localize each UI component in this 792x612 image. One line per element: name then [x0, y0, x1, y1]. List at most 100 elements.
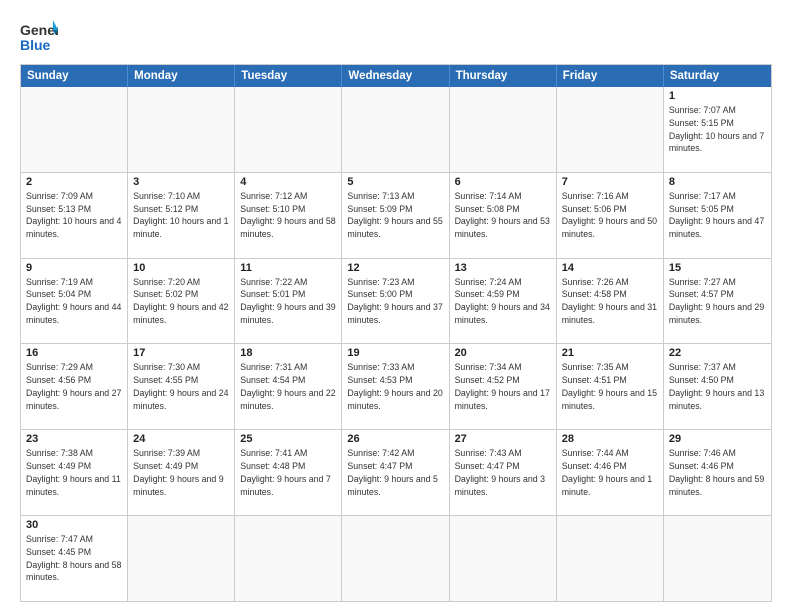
day-number: 14	[562, 262, 658, 274]
header: General Blue	[20, 18, 772, 56]
day-cell-15: 15Sunrise: 7:27 AM Sunset: 4:57 PM Dayli…	[664, 259, 771, 344]
calendar-body: 1 Sunrise: 7:07 AM Sunset: 5:15 PM Daylig…	[21, 87, 771, 601]
day-cell-8: 8Sunrise: 7:17 AM Sunset: 5:05 PM Daylig…	[664, 173, 771, 258]
day-cell-empty-5-1	[128, 516, 235, 601]
calendar-header: SundayMondayTuesdayWednesdayThursdayFrid…	[21, 65, 771, 87]
day-cell-2: 2Sunrise: 7:09 AM Sunset: 5:13 PM Daylig…	[21, 173, 128, 258]
day-cell-16: 16Sunrise: 7:29 AM Sunset: 4:56 PM Dayli…	[21, 344, 128, 429]
day-info: Sunrise: 7:22 AM Sunset: 5:01 PM Dayligh…	[240, 276, 336, 327]
day-cell-12: 12Sunrise: 7:23 AM Sunset: 5:00 PM Dayli…	[342, 259, 449, 344]
day-number: 28	[562, 433, 658, 445]
day-info: Sunrise: 7:19 AM Sunset: 5:04 PM Dayligh…	[26, 276, 122, 327]
day-info: Sunrise: 7:46 AM Sunset: 4:46 PM Dayligh…	[669, 447, 766, 498]
day-cell-17: 17 Sunrise: 7:30 AM Sunset: 4:55 PM Dayli…	[128, 344, 235, 429]
day-cell-empty-5-4	[450, 516, 557, 601]
day-number: 25	[240, 433, 336, 445]
day-info: Sunrise: 7:12 AM Sunset: 5:10 PM Dayligh…	[240, 190, 336, 241]
weekday-header-thursday: Thursday	[450, 65, 557, 87]
day-number: 9	[26, 262, 122, 274]
page: General Blue SundayMondayTuesdayWednesda…	[0, 0, 792, 612]
day-cell-30: 30Sunrise: 7:47 AM Sunset: 4:45 PM Dayli…	[21, 516, 128, 601]
day-cell-26: 26Sunrise: 7:42 AM Sunset: 4:47 PM Dayli…	[342, 430, 449, 515]
day-cell-empty-0-2	[235, 87, 342, 172]
day-info: Sunrise: 7:29 AM Sunset: 4:56 PM Dayligh…	[26, 361, 122, 412]
day-info: Sunrise: 7:38 AM Sunset: 4:49 PM Dayligh…	[26, 447, 122, 498]
day-cell-25: 25 Sunrise: 7:41 AM Sunset: 4:48 PM Dayli…	[235, 430, 342, 515]
day-cell-empty-5-5	[557, 516, 664, 601]
day-info: Sunrise: 7:30 AM Sunset: 4:55 PM Dayligh…	[133, 361, 229, 412]
day-cell-empty-0-5	[557, 87, 664, 172]
logo-svg: General Blue	[20, 18, 58, 56]
day-number: 23	[26, 433, 122, 445]
day-cell-23: 23 Sunrise: 7:38 AM Sunset: 4:49 PM Dayli…	[21, 430, 128, 515]
day-number: 3	[133, 176, 229, 188]
day-cell-empty-0-3	[342, 87, 449, 172]
day-number: 22	[669, 347, 766, 359]
day-number: 26	[347, 433, 443, 445]
day-cell-7: 7 Sunrise: 7:16 AM Sunset: 5:06 PM Daylig…	[557, 173, 664, 258]
day-info: Sunrise: 7:43 AM Sunset: 4:47 PM Dayligh…	[455, 447, 551, 498]
day-number: 18	[240, 347, 336, 359]
day-number: 1	[669, 90, 766, 102]
weekday-header-monday: Monday	[128, 65, 235, 87]
day-cell-29: 29Sunrise: 7:46 AM Sunset: 4:46 PM Dayli…	[664, 430, 771, 515]
day-info: Sunrise: 7:35 AM Sunset: 4:51 PM Dayligh…	[562, 361, 658, 412]
day-number: 6	[455, 176, 551, 188]
day-cell-1: 1 Sunrise: 7:07 AM Sunset: 5:15 PM Daylig…	[664, 87, 771, 172]
day-cell-empty-5-2	[235, 516, 342, 601]
weekday-header-friday: Friday	[557, 65, 664, 87]
calendar-row-4: 23 Sunrise: 7:38 AM Sunset: 4:49 PM Dayli…	[21, 429, 771, 515]
day-cell-5: 5 Sunrise: 7:13 AM Sunset: 5:09 PM Daylig…	[342, 173, 449, 258]
weekday-header-wednesday: Wednesday	[342, 65, 449, 87]
day-number: 11	[240, 262, 336, 274]
day-cell-11: 11 Sunrise: 7:22 AM Sunset: 5:01 PM Dayli…	[235, 259, 342, 344]
day-cell-empty-5-3	[342, 516, 449, 601]
day-info: Sunrise: 7:31 AM Sunset: 4:54 PM Dayligh…	[240, 361, 336, 412]
day-info: Sunrise: 7:27 AM Sunset: 4:57 PM Dayligh…	[669, 276, 766, 327]
day-number: 19	[347, 347, 443, 359]
day-info: Sunrise: 7:44 AM Sunset: 4:46 PM Dayligh…	[562, 447, 658, 498]
day-info: Sunrise: 7:26 AM Sunset: 4:58 PM Dayligh…	[562, 276, 658, 327]
day-cell-empty-0-0	[21, 87, 128, 172]
day-info: Sunrise: 7:13 AM Sunset: 5:09 PM Dayligh…	[347, 190, 443, 241]
calendar-row-2: 9 Sunrise: 7:19 AM Sunset: 5:04 PM Daylig…	[21, 258, 771, 344]
day-cell-14: 14 Sunrise: 7:26 AM Sunset: 4:58 PM Dayli…	[557, 259, 664, 344]
svg-text:Blue: Blue	[20, 37, 51, 53]
day-cell-24: 24 Sunrise: 7:39 AM Sunset: 4:49 PM Dayli…	[128, 430, 235, 515]
day-number: 24	[133, 433, 229, 445]
day-cell-6: 6Sunrise: 7:14 AM Sunset: 5:08 PM Daylig…	[450, 173, 557, 258]
svg-text:General: General	[20, 22, 58, 38]
day-info: Sunrise: 7:16 AM Sunset: 5:06 PM Dayligh…	[562, 190, 658, 241]
day-cell-empty-0-1	[128, 87, 235, 172]
day-cell-13: 13Sunrise: 7:24 AM Sunset: 4:59 PM Dayli…	[450, 259, 557, 344]
day-number: 7	[562, 176, 658, 188]
day-number: 5	[347, 176, 443, 188]
day-cell-10: 10 Sunrise: 7:20 AM Sunset: 5:02 PM Dayli…	[128, 259, 235, 344]
day-number: 10	[133, 262, 229, 274]
calendar-row-0: 1 Sunrise: 7:07 AM Sunset: 5:15 PM Daylig…	[21, 87, 771, 172]
day-number: 12	[347, 262, 443, 274]
day-info: Sunrise: 7:33 AM Sunset: 4:53 PM Dayligh…	[347, 361, 443, 412]
day-info: Sunrise: 7:07 AM Sunset: 5:15 PM Dayligh…	[669, 104, 766, 155]
day-number: 21	[562, 347, 658, 359]
day-number: 2	[26, 176, 122, 188]
day-info: Sunrise: 7:10 AM Sunset: 5:12 PM Dayligh…	[133, 190, 229, 241]
day-cell-20: 20 Sunrise: 7:34 AM Sunset: 4:52 PM Dayli…	[450, 344, 557, 429]
day-cell-22: 22 Sunrise: 7:37 AM Sunset: 4:50 PM Dayli…	[664, 344, 771, 429]
day-info: Sunrise: 7:37 AM Sunset: 4:50 PM Dayligh…	[669, 361, 766, 412]
day-number: 8	[669, 176, 766, 188]
day-number: 4	[240, 176, 336, 188]
day-cell-18: 18 Sunrise: 7:31 AM Sunset: 4:54 PM Dayli…	[235, 344, 342, 429]
day-number: 17	[133, 347, 229, 359]
day-info: Sunrise: 7:34 AM Sunset: 4:52 PM Dayligh…	[455, 361, 551, 412]
weekday-header-sunday: Sunday	[21, 65, 128, 87]
day-info: Sunrise: 7:20 AM Sunset: 5:02 PM Dayligh…	[133, 276, 229, 327]
day-cell-empty-0-4	[450, 87, 557, 172]
day-info: Sunrise: 7:39 AM Sunset: 4:49 PM Dayligh…	[133, 447, 229, 498]
day-cell-9: 9 Sunrise: 7:19 AM Sunset: 5:04 PM Daylig…	[21, 259, 128, 344]
day-number: 30	[26, 519, 122, 531]
day-number: 20	[455, 347, 551, 359]
day-info: Sunrise: 7:41 AM Sunset: 4:48 PM Dayligh…	[240, 447, 336, 498]
day-number: 13	[455, 262, 551, 274]
calendar-row-1: 2Sunrise: 7:09 AM Sunset: 5:13 PM Daylig…	[21, 172, 771, 258]
